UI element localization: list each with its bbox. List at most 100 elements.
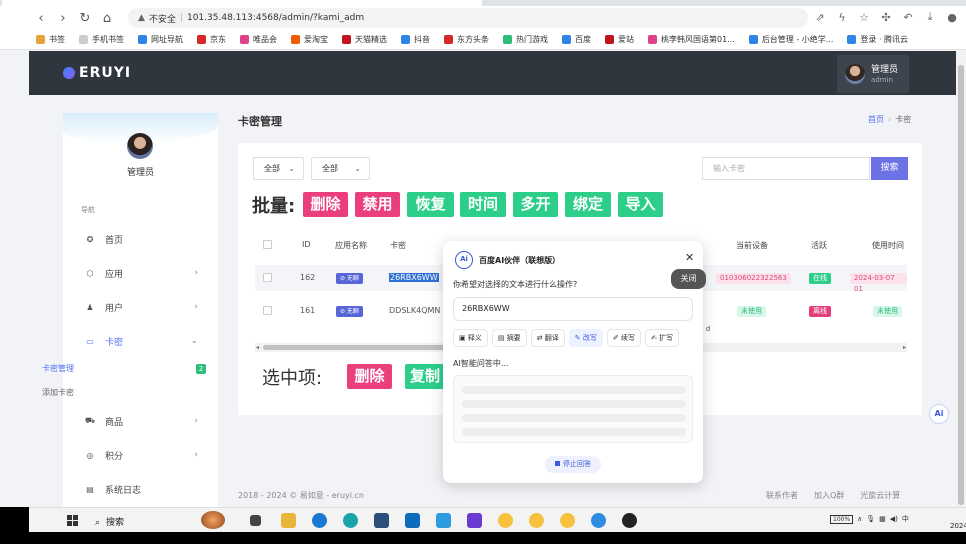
bookmark-item[interactable]: 抖音 [401,34,430,45]
page-scrollbar[interactable] [956,51,966,506]
app-icon[interactable] [467,513,482,528]
extensions-icon[interactable]: ✣ [878,9,894,25]
download-icon[interactable]: ⤓ [922,9,938,25]
app-icon[interactable] [529,513,544,528]
sidebar-subitem-card-manage[interactable]: 卡密管理 [42,363,74,374]
bookmark-item[interactable]: 桃李韩风国语第01... [648,34,735,45]
selected-text-field[interactable]: 26RBX6WW [453,297,693,321]
browser-icon[interactable] [591,513,606,528]
row-checkbox[interactable] [263,306,272,315]
mail-icon[interactable] [405,513,420,528]
bookmark-item[interactable]: 书签 [36,34,65,45]
bookmark-item[interactable]: 百度 [562,34,591,45]
bookmark-item[interactable]: 登录 · 腾讯云 [847,34,908,45]
batch-label: 批量: [252,196,296,217]
action-explain-button[interactable]: ▣ 释义 [453,329,488,347]
close-icon[interactable]: ✕ [685,251,694,264]
undo-icon[interactable]: ↶ [900,9,916,25]
select-all-checkbox[interactable] [263,240,272,249]
edge-icon[interactable] [312,513,327,528]
stop-answer-button[interactable]: 停止回答 [545,456,601,473]
reload-icon[interactable]: ↻ [74,7,96,29]
bookmark-item[interactable]: 爱淘宝 [291,34,328,45]
filter-select-2[interactable]: 全部 ⌄ [311,157,370,180]
profile-icon[interactable]: ● [944,9,960,25]
url-field[interactable]: ▲ 不安全 | 101.35.48.113:4568/admin/?kami_a… [128,8,808,28]
chevron-up-icon[interactable]: ∧ [857,515,862,523]
action-summary-button[interactable]: ▤ 摘要 [491,329,527,347]
task-view-icon[interactable] [250,515,261,526]
batch-disable-button[interactable]: 禁用 [355,192,400,217]
sidebar-item-products[interactable]: ⛟ 商品 › [63,411,218,431]
sidebar-item-cards[interactable]: ▭ 卡密 ⌄ [63,331,218,351]
back-icon[interactable]: ‹ [30,7,52,29]
battery-icon[interactable]: 100% [830,514,854,524]
batch-restore-button[interactable]: 恢复 [407,192,454,217]
bookmark-item[interactable]: 唯品会 [240,34,277,45]
batch-multi-button[interactable]: 多开 [513,192,558,217]
scroll-right-icon[interactable]: ▸ [903,343,906,352]
bookmark-item[interactable]: 东方头条 [444,34,489,45]
sidebar-item-label: 商品 [105,417,124,428]
bookmark-item[interactable]: 爱站 [605,34,634,45]
search-button[interactable]: 搜索 [871,157,908,180]
bookmark-item[interactable]: 热门游戏 [503,34,548,45]
cell-key[interactable]: 26RBX6WW [389,273,439,282]
sidebar-subitem-add-card[interactable]: 添加卡密 [42,387,74,398]
action-translate-button[interactable]: ⇄ 翻译 [530,329,565,347]
clock[interactable]: 0:22 2024/3/8 [950,511,966,531]
footer-link[interactable]: 加入Q群 [814,491,844,500]
app-icon[interactable] [560,513,575,528]
home-icon[interactable]: ⌂ [96,7,118,29]
cell-key[interactable]: DDSLK4QMN [389,306,440,315]
action-rewrite-button[interactable]: ✎ 改写 [568,329,603,347]
mic-icon[interactable]: 🎙︎ [866,515,875,523]
bookmark-item[interactable]: 天猫精选 [342,34,387,45]
batch-bind-button[interactable]: 绑定 [565,192,611,217]
input-method-icon[interactable]: 中 [902,514,909,524]
taskbar-search[interactable]: ⌕ 搜索 [95,515,124,528]
batch-delete-button[interactable]: 删除 [303,192,348,217]
batch-import-button[interactable]: 导入 [618,192,663,217]
forward-icon[interactable]: › [52,7,74,29]
bookmark-item[interactable]: 手机书签 [79,34,124,45]
bookmark-item[interactable]: 网址导航 [138,34,183,45]
sidebar-item-points[interactable]: ◎ 积分 › [63,445,218,465]
footer-link[interactable]: 联系作者 [766,491,798,500]
batch-time-button[interactable]: 时间 [460,192,506,217]
widgets-icon[interactable] [201,511,225,529]
app-icon[interactable] [498,513,513,528]
footer-link[interactable]: 光旋云计算 [860,491,900,500]
file-explorer-icon[interactable] [281,513,296,528]
share-icon[interactable]: ⇗ [812,9,828,25]
app-icon[interactable] [436,513,451,528]
action-continue-button[interactable]: ✐ 续写 [606,329,641,347]
scrollbar-thumb[interactable] [958,65,964,505]
header-user-menu[interactable]: 管理员 admin [837,55,909,93]
search-input[interactable]: 输入卡密 [702,157,870,180]
sidebar-item-apps[interactable]: ⬡ 应用 › [63,263,218,283]
windows-start-icon[interactable] [67,515,78,526]
app-logo[interactable]: ERUYI [63,65,131,81]
bookmark-item[interactable]: 京东 [197,34,226,45]
selected-copy-button[interactable]: 复制 [405,364,445,389]
selected-delete-button[interactable]: 删除 [347,364,392,389]
edge-dev-icon[interactable] [343,513,358,528]
row-checkbox[interactable] [263,273,272,282]
scrollbar-thumb[interactable] [263,345,453,350]
filter-select-1[interactable]: 全部 ⌄ [253,157,304,180]
action-expand-button[interactable]: ✍ 扩写 [644,329,680,347]
bookmark-star-icon[interactable]: ☆ [856,9,872,25]
store-icon[interactable] [374,513,389,528]
network-icon[interactable]: ▦ [879,515,886,523]
flash-icon[interactable]: ϟ [834,9,850,25]
sidebar-item-users[interactable]: ♟ 用户 › [63,297,218,317]
volume-icon[interactable]: ◀) [890,515,898,523]
scroll-left-icon[interactable]: ◂ [256,343,259,352]
sidebar-item-logs[interactable]: ▤ 系统日志 [63,479,218,499]
app-icon[interactable] [622,513,637,528]
bookmark-item[interactable]: 后台管理 - 小绝学... [748,34,833,45]
ai-assistant-icon[interactable]: Ai [929,404,949,424]
sidebar-item-home[interactable]: ✪ 首页 [63,229,218,249]
breadcrumb-home[interactable]: 首页 [868,115,884,124]
